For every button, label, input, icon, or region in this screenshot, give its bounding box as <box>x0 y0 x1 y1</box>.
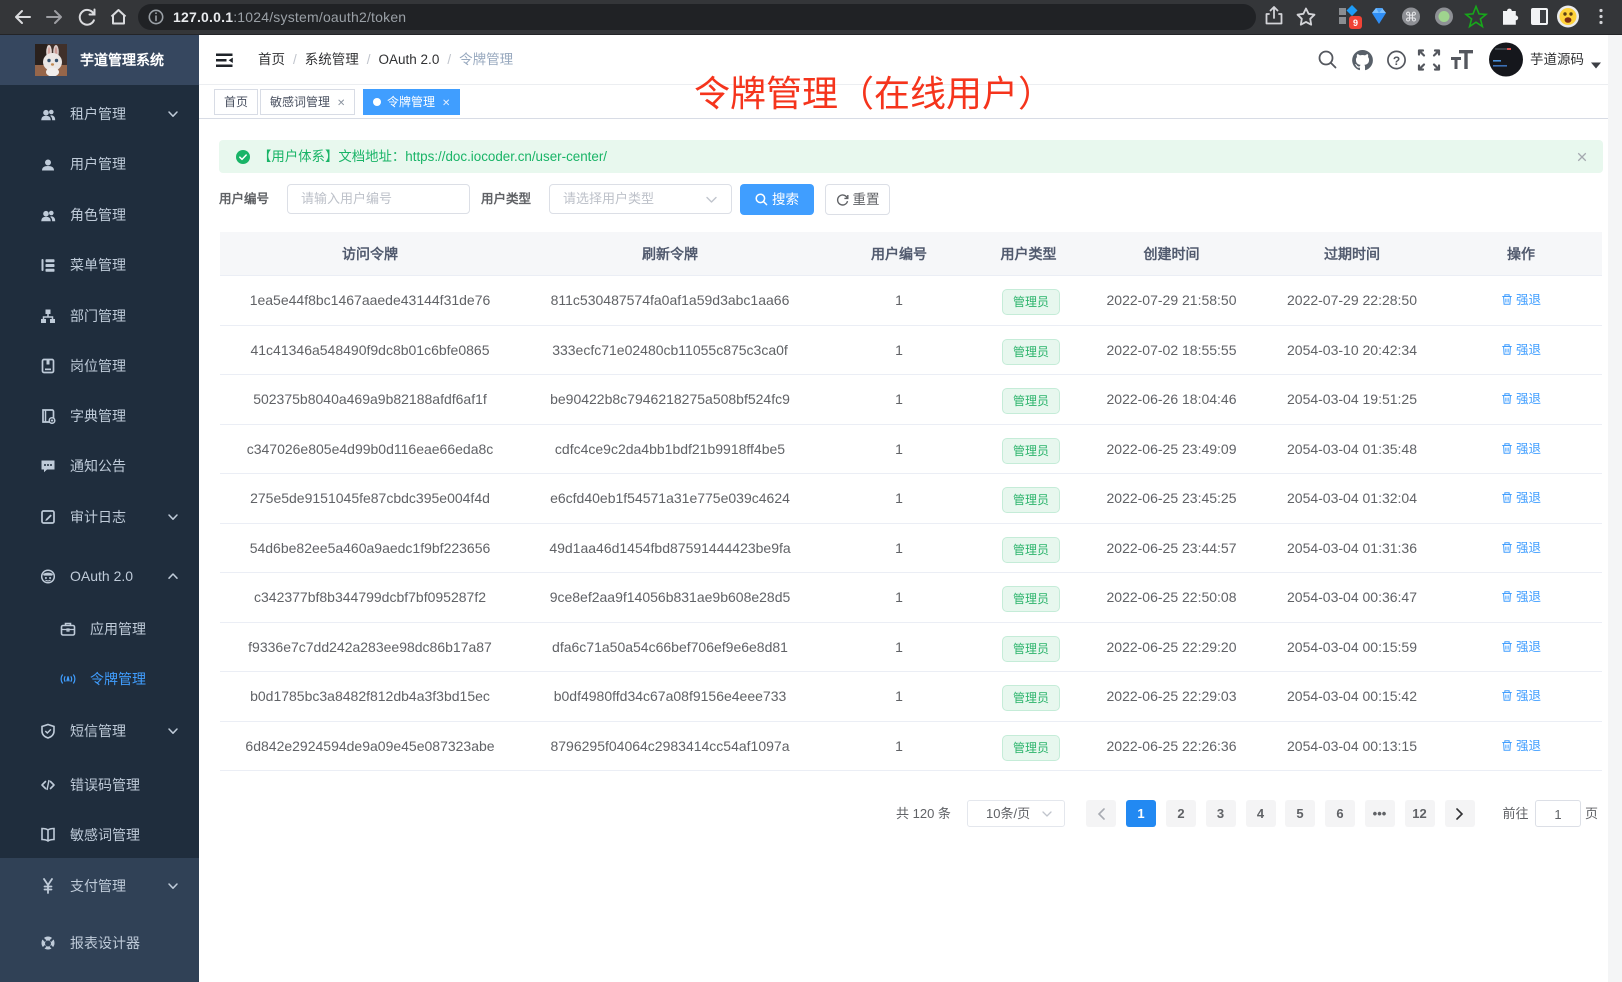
svg-text:⌘: ⌘ <box>1405 10 1418 25</box>
svg-text:9: 9 <box>1353 18 1358 28</box>
svg-text:?: ? <box>1393 54 1400 68</box>
